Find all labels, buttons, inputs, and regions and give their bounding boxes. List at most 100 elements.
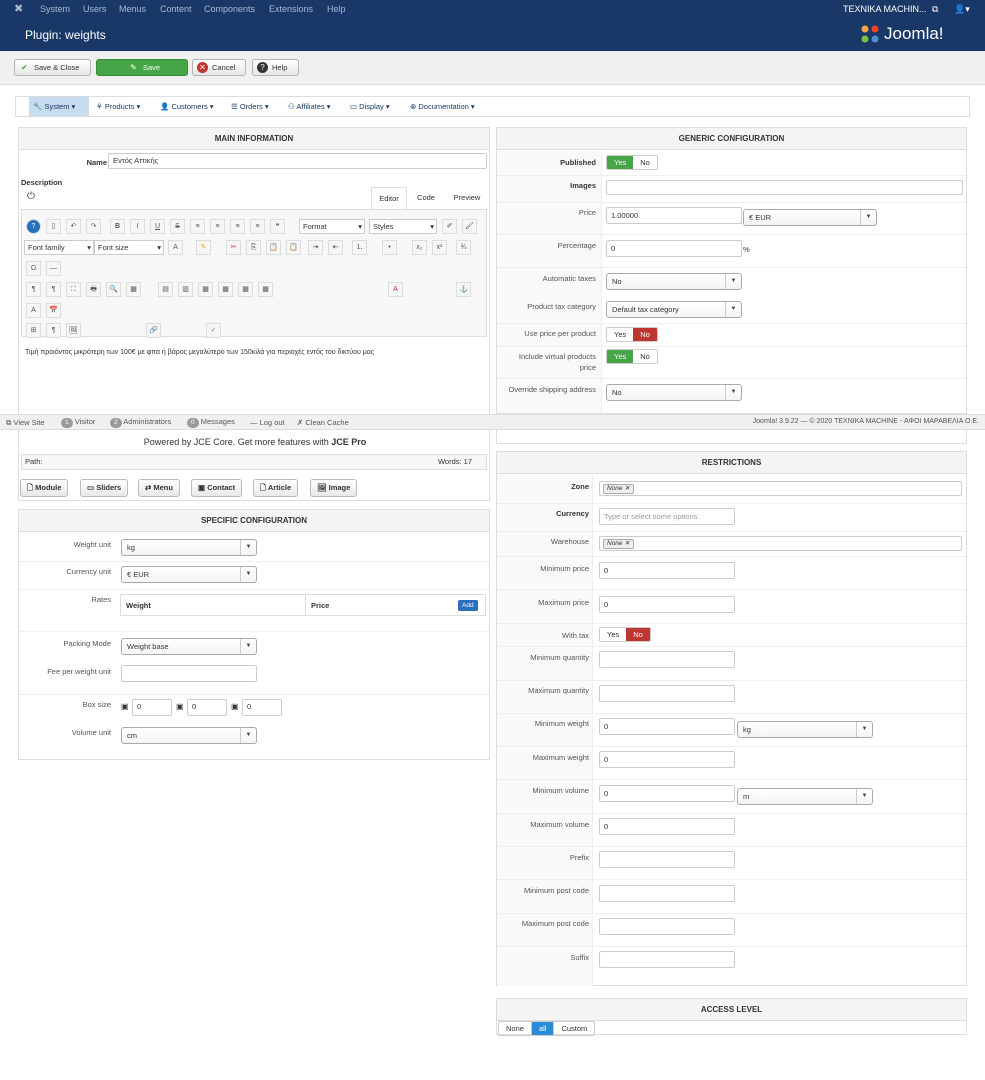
- strike-icon[interactable]: S: [170, 219, 185, 234]
- redo-icon[interactable]: ↷: [86, 219, 101, 234]
- table-delete-icon[interactable]: ▦: [258, 282, 273, 297]
- min-weight-unit-select[interactable]: kg ▼: [737, 721, 873, 738]
- editor-content[interactable]: Τιμή προιόντος μικρότερη των 100€ με φπα…: [21, 343, 487, 407]
- help-tool-icon[interactable]: ?: [26, 219, 41, 234]
- bullet-list-icon[interactable]: •: [382, 240, 397, 255]
- visualaid-icon[interactable]: ⊞: [26, 323, 41, 338]
- font-size-select[interactable]: Font size ▾: [94, 240, 164, 255]
- article-button[interactable]: 🗋 Article: [253, 479, 299, 497]
- access-level-toggle[interactable]: None all Custom: [498, 1021, 596, 1036]
- hmenu-products[interactable]: ⚘ Products ▾: [92, 97, 144, 116]
- align-center-icon[interactable]: ≡: [210, 219, 225, 234]
- use-price-no[interactable]: No: [633, 328, 657, 341]
- cancel-button[interactable]: ✕ Cancel: [192, 59, 246, 76]
- table-col-icon[interactable]: ▥: [178, 282, 193, 297]
- image-tool-icon[interactable]: 🖼: [66, 323, 81, 338]
- include-virtual-toggle[interactable]: Yes No: [606, 349, 658, 364]
- min-volume-unit-select[interactable]: m ▼: [737, 788, 873, 805]
- module-button[interactable]: 🗋 Module: [20, 479, 69, 497]
- hr-icon[interactable]: —: [46, 261, 61, 276]
- save-close-button[interactable]: ✔ Save & Close: [14, 59, 91, 76]
- site-link[interactable]: ΤΕΧΝΙΚΑ MACHIN...: [843, 4, 927, 14]
- box-height-input[interactable]: 0: [242, 699, 282, 716]
- template-icon[interactable]: 📅: [46, 303, 61, 318]
- logout-link[interactable]: — Log out: [250, 418, 285, 427]
- blockquote-icon[interactable]: ❝: [270, 219, 285, 234]
- menu-button[interactable]: ⇄ Menu: [138, 479, 180, 497]
- tab-editor[interactable]: Editor: [371, 187, 407, 209]
- charmap-icon[interactable]: ¾: [456, 240, 471, 255]
- indent-icon[interactable]: ⇥: [308, 240, 323, 255]
- zone-tag[interactable]: None ✕: [603, 484, 634, 494]
- warehouse-tag[interactable]: None ✕: [603, 539, 634, 549]
- eraser-icon[interactable]: ✐: [442, 219, 457, 234]
- spellcheck-icon[interactable]: ✓: [206, 323, 221, 338]
- fullscreen-icon[interactable]: ⛶: [66, 282, 81, 297]
- add-rate-button[interactable]: Add: [458, 600, 478, 611]
- access-none[interactable]: None: [499, 1022, 532, 1035]
- rtl-icon[interactable]: ¶: [46, 282, 61, 297]
- highlight-icon[interactable]: ✎: [196, 240, 211, 255]
- min-qty-input[interactable]: [599, 651, 735, 668]
- abbr-icon[interactable]: A: [388, 282, 403, 297]
- name-input[interactable]: Εντός Αττικής: [108, 153, 487, 169]
- font-family-select[interactable]: Font family ▾: [24, 240, 94, 255]
- packing-mode-select[interactable]: Weight base ▼: [121, 638, 257, 655]
- hmenu-orders[interactable]: ☰ Orders ▾: [227, 97, 273, 116]
- zone-field[interactable]: None ✕: [599, 481, 962, 496]
- outdent-icon[interactable]: ⇤: [328, 240, 343, 255]
- power-toggle-icon[interactable]: ⏻: [27, 191, 35, 202]
- prefix-input[interactable]: [599, 851, 735, 868]
- bold-icon[interactable]: B: [110, 219, 125, 234]
- table-merge-icon[interactable]: ▦: [218, 282, 233, 297]
- subscript-icon[interactable]: x₂: [412, 240, 427, 255]
- anchor-icon[interactable]: ⚓: [456, 282, 471, 297]
- menu-menus[interactable]: Menus: [119, 4, 146, 14]
- max-price-input[interactable]: 0: [599, 596, 735, 613]
- image-button[interactable]: 🖼 Image: [310, 479, 358, 497]
- with-tax-no[interactable]: No: [626, 628, 650, 641]
- published-no[interactable]: No: [633, 156, 657, 169]
- currency-unit-select[interactable]: € EUR ▼: [121, 566, 257, 583]
- user-icon[interactable]: 👤▾: [954, 4, 970, 15]
- format-select[interactable]: Format ▾: [299, 219, 365, 234]
- percentage-input[interactable]: 0: [606, 240, 742, 257]
- align-left-icon[interactable]: ≡: [190, 219, 205, 234]
- include-virtual-yes[interactable]: Yes: [607, 350, 634, 363]
- menu-system[interactable]: System: [40, 4, 70, 14]
- volume-unit-select[interactable]: cm ▼: [121, 727, 257, 744]
- box-length-input[interactable]: 0: [132, 699, 172, 716]
- search-icon[interactable]: 🔍: [106, 282, 121, 297]
- paste-text-icon[interactable]: 📋: [286, 240, 301, 255]
- brush-icon[interactable]: 🖌: [462, 219, 477, 234]
- undo-icon[interactable]: ↶: [66, 219, 81, 234]
- price-input[interactable]: 1.00000: [606, 207, 742, 224]
- suffix-input[interactable]: [599, 951, 735, 968]
- text-color-icon[interactable]: A: [168, 240, 183, 255]
- table-icon[interactable]: ▦: [126, 282, 141, 297]
- joomla-icon[interactable]: ✖: [14, 2, 23, 15]
- currency-field[interactable]: Type or select some options: [599, 508, 735, 525]
- sliders-button[interactable]: ▭ Sliders: [80, 479, 129, 497]
- link-icon[interactable]: 🔗: [146, 323, 161, 338]
- with-tax-yes[interactable]: Yes: [600, 628, 626, 641]
- hmenu-documentation[interactable]: ⊗ Documentation ▾: [406, 97, 479, 116]
- price-currency-select[interactable]: € EUR ▼: [743, 209, 877, 226]
- min-post-code-input[interactable]: [599, 885, 735, 902]
- max-qty-input[interactable]: [599, 685, 735, 702]
- min-volume-input[interactable]: 0: [599, 785, 735, 802]
- tab-code[interactable]: Code: [409, 187, 443, 209]
- style-icon[interactable]: A: [26, 303, 41, 318]
- access-custom[interactable]: Custom: [553, 1022, 594, 1035]
- tab-preview[interactable]: Preview: [447, 187, 487, 209]
- superscript-icon[interactable]: x²: [432, 240, 447, 255]
- hmenu-system[interactable]: 🔧 System ▾: [29, 97, 89, 116]
- min-price-input[interactable]: 0: [599, 562, 735, 579]
- table-row-icon[interactable]: ▤: [158, 282, 173, 297]
- access-all[interactable]: all: [531, 1022, 554, 1035]
- menu-content[interactable]: Content: [160, 4, 192, 14]
- min-weight-input[interactable]: 0: [599, 718, 735, 735]
- align-justify-icon[interactable]: ≡: [250, 219, 265, 234]
- menu-help[interactable]: Help: [327, 4, 346, 14]
- clean-cache-link[interactable]: ✗ Clean Cache: [297, 418, 349, 427]
